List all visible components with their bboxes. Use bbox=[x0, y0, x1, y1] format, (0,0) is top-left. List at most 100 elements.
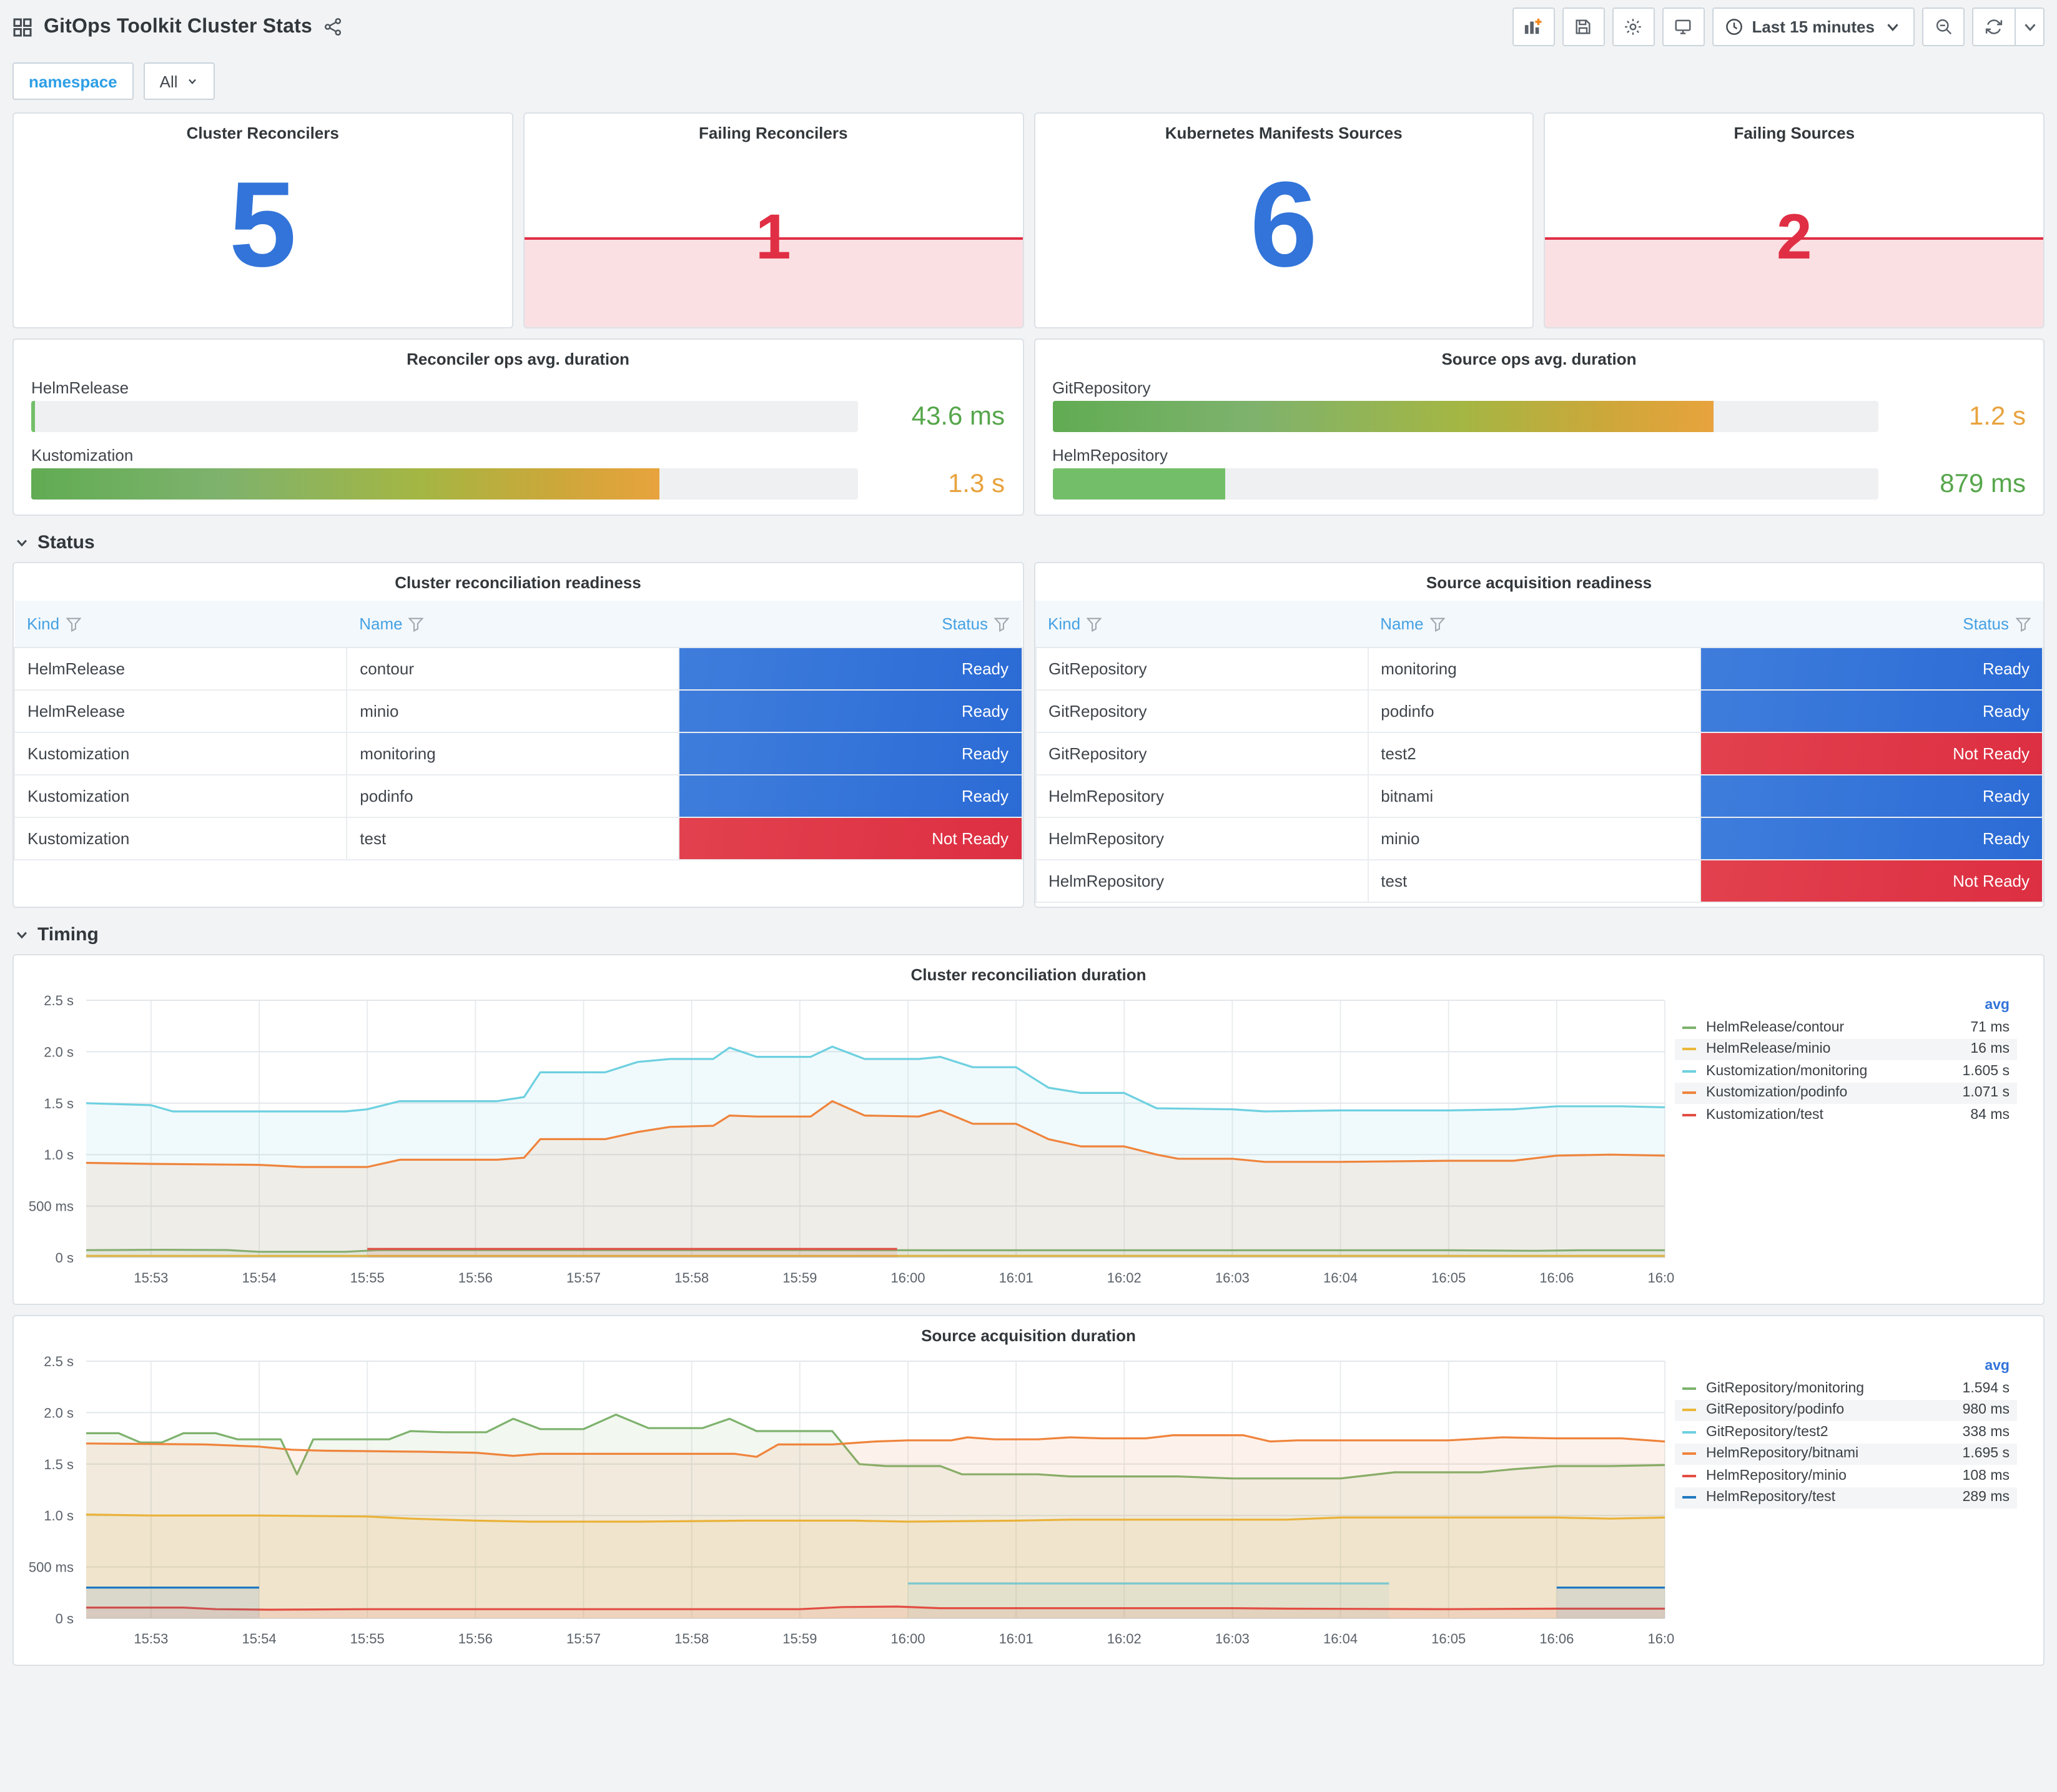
legend-series-item[interactable]: Kustomization/test 84 ms bbox=[1675, 1104, 2017, 1126]
legend-series-item[interactable]: HelmRepository/minio 108 ms bbox=[1675, 1465, 2017, 1487]
time-range-picker[interactable]: Last 15 minutes bbox=[1712, 7, 1915, 46]
filter-icon[interactable] bbox=[1429, 617, 1445, 632]
table-panel-source-readiness: Source acquisition readiness Kind Name Sta… bbox=[1033, 562, 2045, 908]
status-badge: Not Ready bbox=[680, 818, 1020, 858]
section-header-status[interactable]: Status bbox=[0, 516, 2057, 559]
svg-text:2.5 s: 2.5 s bbox=[44, 1354, 74, 1369]
legend-series-item[interactable]: HelmRepository/bitnami 1.695 s bbox=[1675, 1443, 2017, 1465]
svg-text:16:06: 16:06 bbox=[1539, 1270, 1574, 1286]
cycle-view-button[interactable] bbox=[1662, 7, 1705, 46]
namespace-variable-label[interactable]: namespace bbox=[12, 62, 134, 100]
zoom-out-button[interactable] bbox=[1922, 7, 1965, 46]
column-header-kind[interactable]: Kind bbox=[1035, 601, 1368, 647]
svg-text:15:58: 15:58 bbox=[674, 1270, 709, 1286]
page-title: GitOps Toolkit Cluster Stats bbox=[44, 16, 312, 37]
legend-series-avg: 71 ms bbox=[1970, 1020, 2010, 1035]
legend-series-item[interactable]: HelmRelease/minio 16 ms bbox=[1675, 1038, 2017, 1060]
gauge-label: HelmRelease bbox=[31, 378, 129, 397]
gauge-row-helmrelease: HelmRelease 43.6 ms bbox=[31, 375, 1005, 432]
column-header-name[interactable]: Name bbox=[347, 601, 679, 647]
legend-series-name: GitRepository/monitoring bbox=[1706, 1381, 1865, 1396]
status-badge: Ready bbox=[1701, 818, 2041, 858]
legend-series-swatch bbox=[1682, 1113, 1696, 1116]
save-dashboard-button[interactable] bbox=[1562, 7, 1605, 46]
legend-avg-header[interactable]: avg bbox=[1675, 1359, 2010, 1374]
kind-cell: GitRepository bbox=[1034, 689, 1369, 732]
svg-text:16:06: 16:06 bbox=[1539, 1631, 1574, 1647]
column-header-status[interactable]: Status bbox=[679, 601, 1022, 647]
legend-series-avg: 289 ms bbox=[1962, 1490, 2010, 1505]
status-cell: Ready bbox=[1699, 689, 2044, 732]
legend-series-swatch bbox=[1682, 1452, 1696, 1455]
status-cell: Ready bbox=[678, 731, 1023, 775]
refresh-button[interactable] bbox=[1972, 7, 2015, 46]
panel-title: Cluster reconciliation duration bbox=[910, 965, 1147, 984]
legend-series-name: GitRepository/test2 bbox=[1706, 1424, 1828, 1440]
status-cell: Ready bbox=[678, 774, 1023, 817]
add-panel-button[interactable] bbox=[1512, 7, 1555, 46]
legend-series-item[interactable]: Kustomization/monitoring 1.605 s bbox=[1675, 1060, 2017, 1082]
dashboard-header: GitOps Toolkit Cluster Stats Last 15 min… bbox=[0, 0, 2057, 51]
svg-text:16:07: 16:07 bbox=[1647, 1270, 1675, 1286]
namespace-variable-selected: All bbox=[159, 72, 178, 91]
name-cell: test bbox=[1367, 859, 1701, 902]
legend-series-item[interactable]: Kustomization/podinfo 1.071 s bbox=[1675, 1082, 2017, 1104]
svg-text:15:56: 15:56 bbox=[458, 1631, 493, 1647]
legend-series-item[interactable]: GitRepository/podinfo 980 ms bbox=[1675, 1399, 2017, 1421]
svg-text:15:55: 15:55 bbox=[350, 1631, 385, 1647]
svg-text:0 s: 0 s bbox=[56, 1250, 74, 1266]
filter-icon[interactable] bbox=[2015, 617, 2030, 632]
legend-series-item[interactable]: GitRepository/monitoring 1.594 s bbox=[1675, 1377, 2017, 1399]
stat-panel-cluster-reconcilers: Cluster Reconcilers 5 bbox=[12, 112, 513, 328]
svg-text:16:01: 16:01 bbox=[999, 1631, 1033, 1647]
panel-title: Cluster reconciliation readiness bbox=[395, 573, 641, 592]
filter-icon[interactable] bbox=[994, 617, 1009, 632]
svg-text:15:56: 15:56 bbox=[458, 1270, 493, 1286]
legend-series-avg: 108 ms bbox=[1962, 1468, 2010, 1484]
gauge-row-kustomization: Kustomization 1.3 s bbox=[31, 442, 1005, 500]
namespace-variable-value[interactable]: All bbox=[143, 62, 215, 100]
kind-cell: GitRepository bbox=[1034, 731, 1369, 775]
table-row: HelmRelease contour Ready bbox=[13, 646, 1023, 690]
gauge-value: 1.3 s bbox=[947, 470, 1005, 498]
filter-icon[interactable] bbox=[1087, 617, 1102, 632]
column-header-kind[interactable]: Kind bbox=[14, 601, 347, 647]
refresh-interval-dropdown[interactable] bbox=[2015, 7, 2045, 46]
legend-series-item[interactable]: HelmRepository/test 289 ms bbox=[1675, 1487, 2017, 1509]
readiness-table: Kind Name Status GitRepository monitoring Rea… bbox=[1034, 601, 2044, 902]
legend-series-name: Kustomization/podinfo bbox=[1706, 1085, 1848, 1101]
time-series-canvas[interactable]: 0 s 500 ms 1.0 s 1.5 s 2.0 s 2.5 s 15:53 15:54 1… bbox=[14, 1346, 1675, 1656]
gauge-value: 879 ms bbox=[1940, 470, 2026, 498]
template-variables-row: namespace All bbox=[0, 51, 2057, 102]
time-series-canvas[interactable]: 0 s 500 ms 1.0 s 1.5 s 2.0 s 2.5 s 15:53 15:54 1… bbox=[14, 985, 1675, 1295]
table-row: GitRepository podinfo Ready bbox=[1034, 689, 2044, 732]
status-cell: Ready bbox=[678, 646, 1023, 690]
chart-legend: avg GitRepository/monitoring 1.594 s GitRep… bbox=[1675, 1346, 2027, 1509]
status-badge: Not Ready bbox=[1701, 733, 2041, 773]
svg-text:16:02: 16:02 bbox=[1107, 1270, 1142, 1286]
column-header-status[interactable]: Status bbox=[1700, 601, 2043, 647]
name-cell: monitoring bbox=[346, 731, 680, 775]
dashboard-settings-button[interactable] bbox=[1612, 7, 1655, 46]
panel-title: Source acquisition duration bbox=[921, 1326, 1136, 1345]
gauge-panel-reconciler-ops: Reconciler ops avg. duration HelmRelease… bbox=[12, 338, 1024, 516]
panel-title: Cluster Reconcilers bbox=[186, 124, 339, 142]
gauge-label: Kustomization bbox=[31, 446, 134, 465]
legend-series-item[interactable]: HelmRelease/contour 71 ms bbox=[1675, 1017, 2017, 1038]
column-header-name[interactable]: Name bbox=[1368, 601, 1700, 647]
svg-text:16:05: 16:05 bbox=[1431, 1631, 1466, 1647]
share-dashboard-icon[interactable] bbox=[323, 17, 342, 36]
status-badge: Ready bbox=[1701, 648, 2041, 688]
section-header-timing[interactable]: Timing bbox=[0, 908, 2057, 952]
legend-series-swatch bbox=[1682, 1048, 1696, 1051]
filter-icon[interactable] bbox=[66, 617, 81, 632]
svg-text:15:53: 15:53 bbox=[134, 1631, 168, 1647]
gauge-fill bbox=[1052, 468, 1226, 500]
legend-series-item[interactable]: GitRepository/test2 338 ms bbox=[1675, 1421, 2017, 1443]
filter-icon[interactable] bbox=[408, 617, 424, 632]
status-badge: Ready bbox=[680, 775, 1020, 815]
legend-series-name: HelmRepository/minio bbox=[1706, 1468, 1847, 1484]
legend-avg-header[interactable]: avg bbox=[1675, 998, 2010, 1013]
apps-grid-icon[interactable] bbox=[12, 17, 32, 37]
time-range-label: Last 15 minutes bbox=[1752, 17, 1875, 36]
